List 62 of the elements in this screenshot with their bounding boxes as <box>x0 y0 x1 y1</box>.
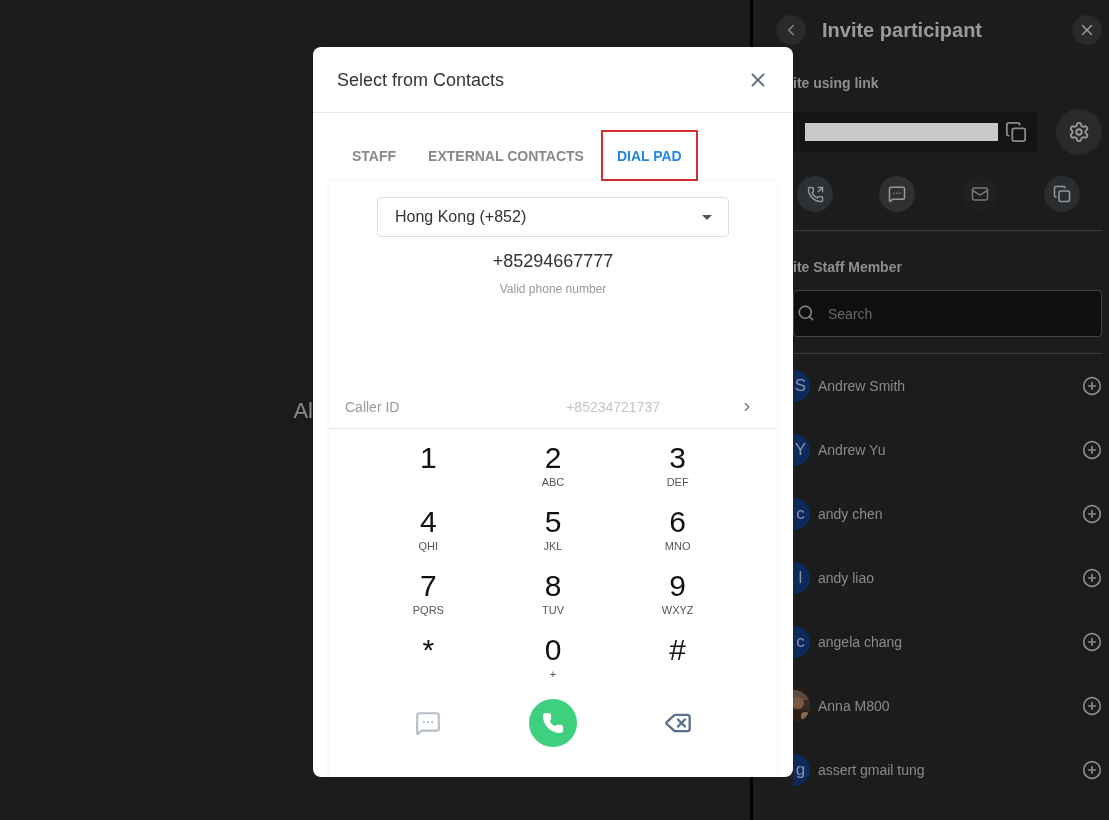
dial-key[interactable]: * <box>366 633 491 697</box>
add-icon[interactable] <box>1082 376 1102 396</box>
phone-number: +85294667777 <box>491 250 615 273</box>
settings-button[interactable] <box>1056 109 1102 155</box>
add-icon[interactable] <box>1082 696 1102 716</box>
caret-icon <box>702 214 712 220</box>
member-name: assert gmail tung <box>818 761 925 780</box>
link-field[interactable] <box>793 112 1037 152</box>
dial-key[interactable]: 2 ABC <box>490 441 616 505</box>
avatar: c <box>793 626 810 658</box>
copy-link-button[interactable] <box>1044 176 1080 212</box>
close-button[interactable] <box>1072 15 1102 45</box>
dial-key[interactable]: 8 TUV <box>490 569 616 633</box>
add-icon[interactable] <box>1082 440 1102 460</box>
dial-key[interactable]: # <box>615 633 740 697</box>
call-invite-button[interactable] <box>797 176 833 212</box>
add-icon[interactable] <box>1082 568 1102 588</box>
add-icon[interactable] <box>1082 760 1102 780</box>
tab[interactable]: EXTERNAL CONTACTS <box>413 130 599 181</box>
tab[interactable]: STAFF <box>337 130 412 181</box>
dial-key[interactable]: 9 WXYZ <box>615 569 740 633</box>
validity-note: Valid phone number <box>498 281 608 297</box>
sms-invite-button[interactable] <box>879 176 916 212</box>
panel-title: Invite participant <box>822 18 983 43</box>
avatar: l <box>793 562 810 594</box>
add-icon[interactable] <box>1082 632 1102 652</box>
phone-icon <box>542 712 564 734</box>
message-icon <box>888 185 907 203</box>
member-name: Anna M800 <box>818 697 890 716</box>
dial-key[interactable]: 4 QHI <box>366 505 491 569</box>
country-select[interactable]: Hong Kong (+852) <box>377 197 729 237</box>
section-heading: ite Staff Member <box>793 258 903 277</box>
dial-key[interactable]: 5 JKL <box>490 505 616 569</box>
dial-key[interactable]: 3 DEF <box>615 441 740 505</box>
dial-key[interactable]: 0 + <box>490 633 616 697</box>
dialog-title: Select from Contacts <box>337 68 505 92</box>
copy-icon <box>1053 185 1071 203</box>
settings-icon <box>1068 121 1090 143</box>
member-name: angela chang <box>818 633 903 652</box>
add-icon[interactable] <box>1082 504 1102 524</box>
avatar: g <box>793 754 810 786</box>
search-icon <box>797 304 815 322</box>
dial-key[interactable]: 7 PQRS <box>366 569 491 633</box>
caller-id-value: +85234721737 <box>566 397 660 417</box>
tab[interactable]: DIAL PAD <box>600 130 698 181</box>
member-name: Andrew Smith <box>818 377 906 396</box>
dial-key[interactable]: 6 MNO <box>615 505 740 569</box>
member-name: andy chen <box>818 505 883 524</box>
dial-key[interactable]: 1 <box>366 441 491 505</box>
phone-icon <box>806 185 824 203</box>
section-heading: ite using link <box>793 74 880 93</box>
avatar: Y <box>793 434 810 466</box>
mail-icon <box>970 185 989 203</box>
back-button[interactable] <box>776 15 806 45</box>
avatar: S <box>793 370 810 402</box>
member-name: andy liao <box>818 569 875 588</box>
search-field[interactable]: Search <box>793 290 1102 337</box>
avatar: c <box>793 498 810 530</box>
copy-icon[interactable] <box>1005 121 1027 143</box>
meeting-title: Al <box>293 396 313 425</box>
caller-id-label: Caller ID <box>345 397 400 417</box>
member-name: Andrew Yu <box>818 441 886 460</box>
